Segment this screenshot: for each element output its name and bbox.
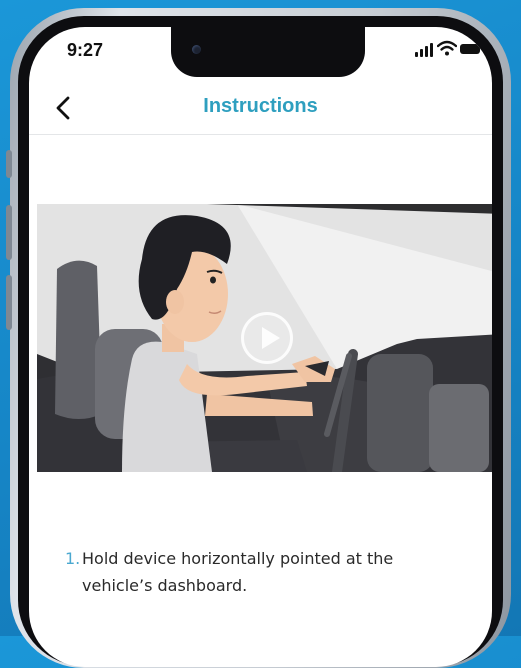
battery-icon	[460, 44, 480, 54]
step-text: Hold device horizontally pointed at the …	[82, 549, 394, 595]
dynamic-island	[171, 27, 365, 77]
status-icons	[415, 40, 485, 57]
instruction-video[interactable]	[37, 204, 492, 472]
camera-icon	[192, 45, 201, 54]
volume-down-button	[6, 275, 12, 330]
play-icon	[262, 327, 280, 349]
status-time: 9:27	[67, 40, 104, 60]
volume-up-button	[6, 205, 12, 260]
header-divider	[29, 134, 492, 135]
play-button[interactable]	[241, 312, 293, 364]
app-screen: 9:27 Instructions 1. Hold device horizon…	[29, 27, 492, 667]
silent-switch	[6, 150, 12, 178]
page-title: Instructions	[203, 95, 318, 117]
step-number: 1.	[65, 549, 81, 568]
header: Instructions	[29, 85, 492, 135]
wifi-icon	[437, 40, 457, 56]
